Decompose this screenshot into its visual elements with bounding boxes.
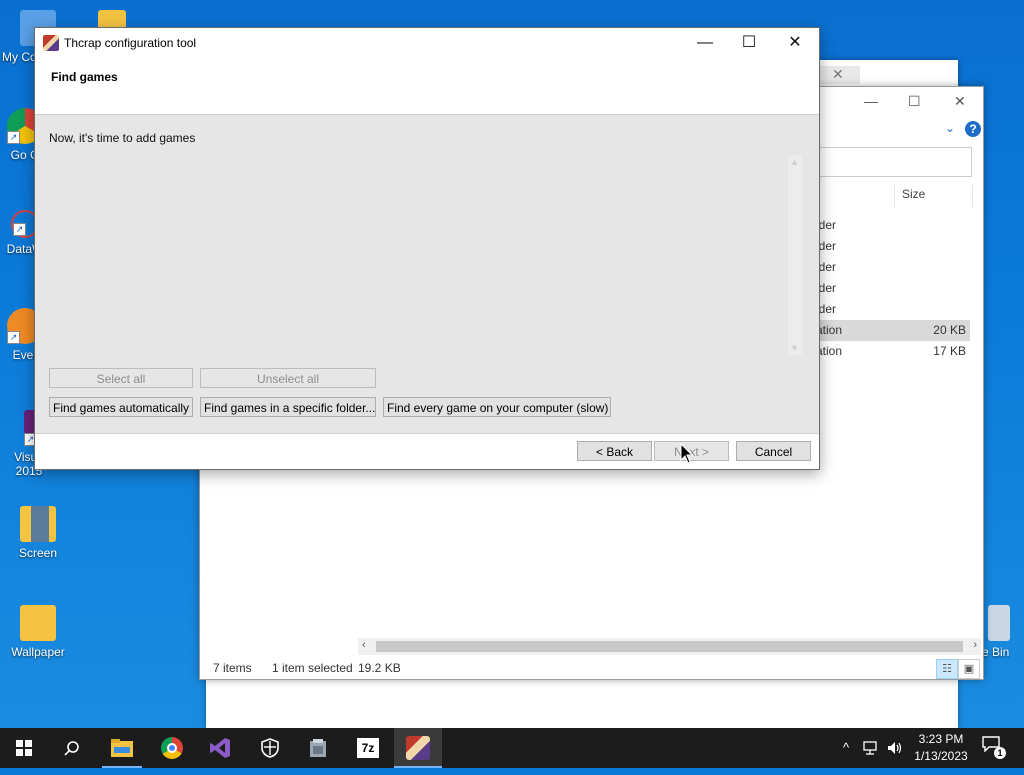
scroll-down-icon: ▼ <box>790 343 799 353</box>
taskbar: 7z ^ 3:23 PM 1/13/2023 1 <box>0 728 1024 768</box>
find-every-game-button[interactable]: Find every game on your computer (slow) <box>383 397 611 417</box>
maximize-icon[interactable]: ☐ <box>908 93 921 110</box>
status-bar: 7 items 1 item selected 19.2 KB <box>200 657 983 679</box>
thcrap-dialog[interactable]: Thcrap configuration tool — ☐ ✕ Find gam… <box>34 27 820 470</box>
help-icon[interactable]: ? <box>965 121 981 137</box>
status-item-count: 7 items <box>213 661 252 675</box>
find-games-folder-button[interactable]: Find games in a specific folder... <box>200 397 376 417</box>
back-button[interactable]: < Back <box>577 441 652 461</box>
thcrap-taskbar-icon[interactable] <box>394 728 442 768</box>
scroll-right-icon[interactable]: › <box>973 639 977 651</box>
search-icon[interactable] <box>48 728 96 768</box>
search-input[interactable] <box>818 147 972 177</box>
shortcut-arrow-icon: ↗ <box>7 131 20 144</box>
security-icon[interactable] <box>246 728 294 768</box>
list-item[interactable]: lder <box>800 278 970 299</box>
visual-studio-icon[interactable] <box>196 728 244 768</box>
wizard-footer: < Back Next > Cancel <box>35 434 819 469</box>
scrollbar-thumb[interactable] <box>376 641 963 652</box>
large-icons-view-icon[interactable]: ▣ <box>958 659 980 679</box>
status-selection: 1 item selected <box>272 661 353 675</box>
7zip-icon[interactable]: 7z <box>344 728 392 768</box>
list-item[interactable]: lder <box>800 215 970 236</box>
column-divider <box>894 185 895 207</box>
clock-time: 3:23 PM <box>918 732 964 746</box>
archive-icon[interactable] <box>294 728 342 768</box>
unselect-all-button[interactable]: Unselect all <box>200 368 376 388</box>
intro-text: Now, it's time to add games <box>49 131 196 145</box>
close-icon[interactable]: ✕ <box>954 93 966 110</box>
list-item[interactable]: lder <box>800 299 970 320</box>
select-all-button[interactable]: Select all <box>49 368 193 388</box>
chevron-down-icon[interactable]: ⌄ <box>945 121 955 135</box>
desktop-icon-wallpaper[interactable]: Wallpaper <box>0 605 76 659</box>
status-size: 19.2 KB <box>358 661 401 675</box>
horizontal-scrollbar[interactable]: ‹ › <box>358 638 981 655</box>
file-explorer-icon[interactable] <box>98 728 146 768</box>
folder-icon <box>20 506 56 542</box>
clock-date: 1/13/2023 <box>914 749 968 763</box>
column-header-size[interactable]: Size <box>902 187 925 201</box>
cancel-button[interactable]: Cancel <box>736 441 811 461</box>
chrome-icon[interactable] <box>148 728 196 768</box>
chevron-up-icon[interactable]: ^ <box>836 728 856 768</box>
start-icon[interactable] <box>0 728 48 768</box>
thcrap-icon <box>406 736 430 760</box>
network-icon[interactable] <box>860 728 882 768</box>
find-games-automatically-button[interactable]: Find games automatically <box>49 397 193 417</box>
wizard-body: Now, it's time to add games ▲ ▼ Select a… <box>35 115 819 434</box>
close-icon[interactable]: ✕ <box>832 66 844 83</box>
system-clock[interactable]: 3:23 PM 1/13/2023 <box>906 731 976 765</box>
dialog-title: Thcrap configuration tool <box>64 36 197 50</box>
list-item[interactable]: lder <box>800 236 970 257</box>
notification-center-icon[interactable]: 1 <box>982 736 1006 759</box>
column-divider <box>972 185 973 207</box>
minimize-icon[interactable]: — <box>864 93 878 109</box>
maximize-icon[interactable]: ☐ <box>727 32 771 54</box>
scroll-up-icon: ▲ <box>790 157 799 167</box>
minimize-icon[interactable]: — <box>683 32 727 54</box>
thcrap-app-icon <box>43 35 59 51</box>
volume-icon[interactable] <box>884 728 906 768</box>
shortcut-arrow-icon: ↗ <box>7 331 20 344</box>
shortcut-arrow-icon: ↗ <box>13 223 26 236</box>
wizard-header: Find games <box>35 58 819 115</box>
dialog-titlebar[interactable]: Thcrap configuration tool — ☐ ✕ <box>35 28 819 58</box>
close-icon[interactable]: ✕ <box>773 32 817 54</box>
vertical-scrollbar: ▲ ▼ <box>788 155 802 355</box>
page-title: Find games <box>51 70 118 84</box>
list-item[interactable]: ation 17 KB <box>800 341 970 362</box>
scroll-left-icon[interactable]: ‹ <box>362 639 366 651</box>
desktop-icon-screen[interactable]: Screen <box>0 506 76 560</box>
list-item[interactable]: lder <box>800 257 970 278</box>
details-view-icon[interactable]: ☷ <box>936 659 958 679</box>
list-item-selected[interactable]: ation 20 KB <box>800 320 970 341</box>
notification-badge: 1 <box>994 747 1006 759</box>
folder-icon <box>20 605 56 641</box>
recycle-bin-icon <box>988 605 1010 641</box>
